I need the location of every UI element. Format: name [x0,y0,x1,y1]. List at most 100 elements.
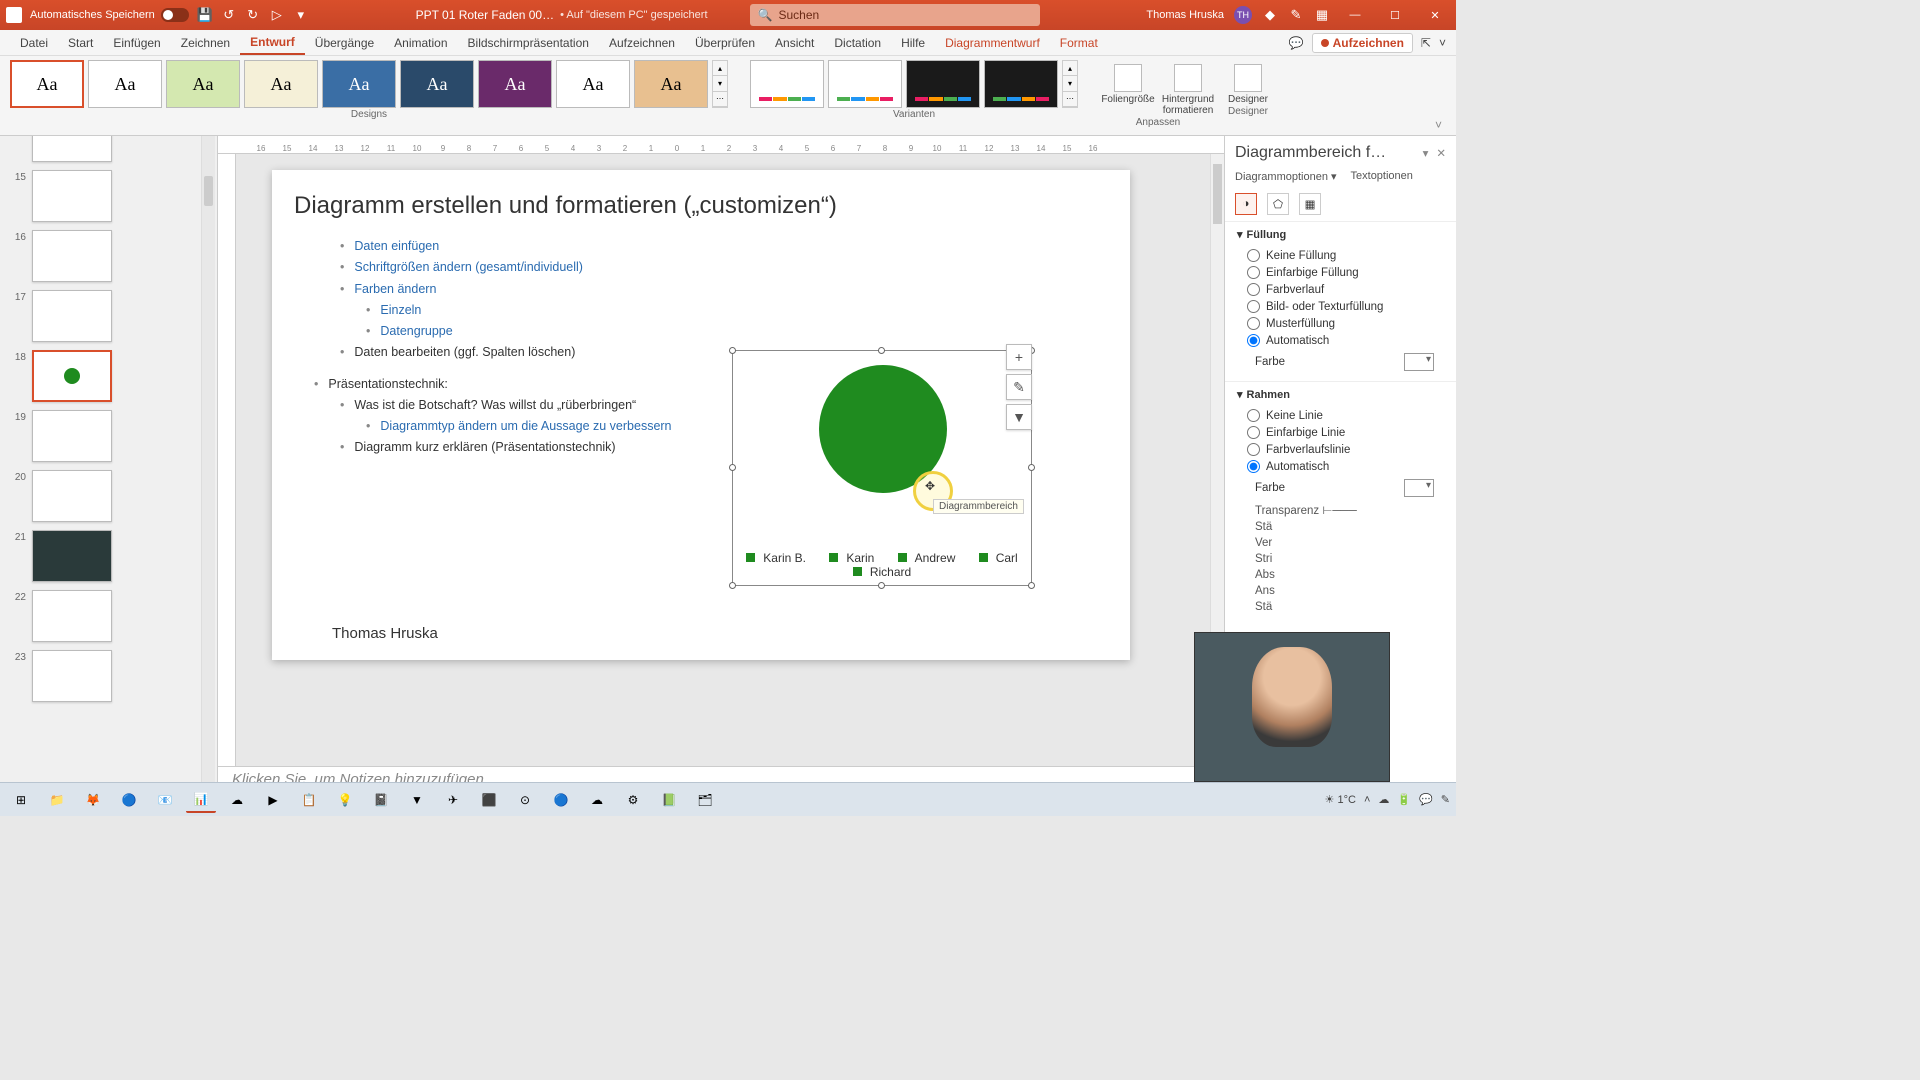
onedrive-tray-icon[interactable]: ☁ [1378,793,1389,806]
chart-styles-button[interactable]: ✎ [1006,374,1032,400]
telegram-icon[interactable]: ✈ [438,787,468,813]
start-button[interactable]: ⊞ [6,787,36,813]
variant-thumb-4[interactable] [984,60,1058,108]
tab-bildschirm[interactable]: Bildschirmpräsentation [458,32,599,54]
chrome-icon[interactable]: 🔵 [114,787,144,813]
app-icon[interactable]: ▼ [402,787,432,813]
tab-einfuegen[interactable]: Einfügen [103,32,170,54]
slide-thumb-17[interactable]: 17 [8,290,213,342]
powerpoint-icon[interactable]: 📊 [186,787,216,813]
pen-tray-icon[interactable]: ✎ [1441,793,1450,806]
app-icon[interactable]: ☁ [582,787,612,813]
slide-thumb-partial[interactable] [8,136,213,162]
excel-icon[interactable]: 📗 [654,787,684,813]
saved-location[interactable]: • Auf "diesem PC" gespeichert [560,9,707,21]
slide-thumb-20[interactable]: 20 [8,470,213,522]
chart-legend[interactable]: Karin B. Karin Andrew Carl Richard [733,551,1031,579]
pane-close-icon[interactable]: ✕ [1436,146,1446,160]
variant-thumb-1[interactable] [750,60,824,108]
chevron-down-icon[interactable]: ▾ [1237,388,1243,401]
line-color-picker[interactable]: Farbe [1237,475,1444,501]
variants-more-button[interactable]: ▴▾⋯ [1062,60,1078,108]
theme-thumb-8[interactable]: Aa [556,60,630,108]
slide-thumb-15[interactable]: 15 [8,170,213,222]
line-none-radio[interactable]: Keine Linie [1237,407,1444,424]
comments-icon[interactable]: 💬 [1289,36,1304,50]
theme-thumb-3[interactable]: Aa [166,60,240,108]
weather-widget[interactable]: ☀ 1°C [1325,793,1356,806]
tray-chevron-icon[interactable]: ˄ [1364,794,1370,806]
diamond-icon[interactable]: ◆ [1262,7,1278,23]
line-auto-radio[interactable]: Automatisch [1237,458,1444,475]
tab-diagrammoptionen[interactable]: Diagrammoptionen ▾ [1235,170,1337,183]
search-input[interactable]: 🔍 Suchen [750,4,1040,26]
start-show-icon[interactable]: ▷ [269,7,285,23]
calendar-icon[interactable]: ▦ [1314,7,1330,23]
foliengroesse-button[interactable]: Foliengröße [1100,60,1156,116]
slide-thumb-21[interactable]: 21 [8,530,213,582]
app-icon[interactable]: 💡 [330,787,360,813]
theme-thumb-2[interactable]: Aa [88,60,162,108]
fill-line-tab-icon[interactable]: ◑ [1235,193,1257,215]
system-tray[interactable]: ☀ 1°C ˄ ☁ 🔋 💬 ✎ [1325,793,1450,806]
save-icon[interactable]: 💾 [197,7,213,23]
firefox-icon[interactable]: 🦊 [78,787,108,813]
vlc-icon[interactable]: ▶ [258,787,288,813]
close-button[interactable]: ✕ [1420,5,1450,25]
toggle-icon[interactable] [161,8,189,22]
fill-auto-radio[interactable]: Automatisch [1237,332,1444,349]
transparency-row[interactable]: Transparenz ⊢─── [1237,501,1444,519]
chart-filter-button[interactable]: ▼ [1006,404,1032,430]
slide-thumb-16[interactable]: 16 [8,230,213,282]
fill-pattern-radio[interactable]: Musterfüllung [1237,315,1444,332]
pane-dropdown-icon[interactable]: ▾ [1423,146,1429,160]
maximize-button[interactable]: ☐ [1380,5,1410,25]
effects-tab-icon[interactable]: ⬠ [1267,193,1289,215]
tab-diagrammentwurf[interactable]: Diagrammentwurf [935,32,1050,54]
app-icon[interactable]: ☁ [222,787,252,813]
thumbnails-scrollbar[interactable] [201,136,215,796]
theme-thumb-4[interactable]: Aa [244,60,318,108]
app-icon[interactable]: 📋 [294,787,324,813]
truncated-row[interactable]: Stä [1237,599,1444,615]
line-solid-radio[interactable]: Einfarbige Linie [1237,424,1444,441]
document-title[interactable]: PPT 01 Roter Faden 00… [416,8,555,22]
tab-datei[interactable]: Datei [10,32,58,54]
variant-thumb-2[interactable] [828,60,902,108]
slide-thumb-18[interactable]: 18 [8,350,213,402]
chart-elements-button[interactable]: + [1006,344,1032,370]
truncated-row[interactable]: Ver [1237,535,1444,551]
slide-thumb-19[interactable]: 19 [8,410,213,462]
tab-animation[interactable]: Animation [384,32,457,54]
fill-gradient-radio[interactable]: Farbverlauf [1237,281,1444,298]
tab-ueberpruefen[interactable]: Überprüfen [685,32,765,54]
explorer-icon[interactable]: 📁 [42,787,72,813]
redo-icon[interactable]: ↻ [245,7,261,23]
slide-title[interactable]: Diagramm erstellen und formatieren („cus… [272,170,1130,220]
chart-area[interactable]: ✥ Diagrammbereich Karin B. Karin Andrew … [732,350,1032,586]
app-icon[interactable]: 🗂 [690,787,720,813]
fill-solid-radio[interactable]: Einfarbige Füllung [1237,264,1444,281]
ribbon-collapse-icon[interactable]: ˅ [1439,36,1446,50]
tab-textoptionen[interactable]: Textoptionen [1351,170,1413,183]
theme-thumb-6[interactable]: Aa [400,60,474,108]
hintergrund-button[interactable]: Hintergrund formatieren [1160,60,1216,116]
record-button[interactable]: Aufzeichnen [1312,33,1413,53]
tab-hilfe[interactable]: Hilfe [891,32,935,54]
more-qat-icon[interactable]: ▾ [293,7,309,23]
truncated-row[interactable]: Ans [1237,583,1444,599]
tab-zeichnen[interactable]: Zeichnen [171,32,240,54]
minimize-button[interactable]: — [1340,5,1370,25]
user-avatar[interactable]: TH [1234,6,1252,24]
app-icon[interactable]: 🔵 [546,787,576,813]
app-icon[interactable]: ⊙ [510,787,540,813]
theme-thumb-7[interactable]: Aa [478,60,552,108]
size-tab-icon[interactable]: ▦ [1299,193,1321,215]
share-icon[interactable]: ⇱ [1421,36,1431,50]
onenote-icon[interactable]: 📓 [366,787,396,813]
tab-start[interactable]: Start [58,32,103,54]
chevron-down-icon[interactable]: ▾ [1237,228,1243,241]
fill-none-radio[interactable]: Keine Füllung [1237,247,1444,264]
tab-dictation[interactable]: Dictation [824,32,891,54]
ribbon-min-icon[interactable]: ˅ [1435,118,1442,132]
